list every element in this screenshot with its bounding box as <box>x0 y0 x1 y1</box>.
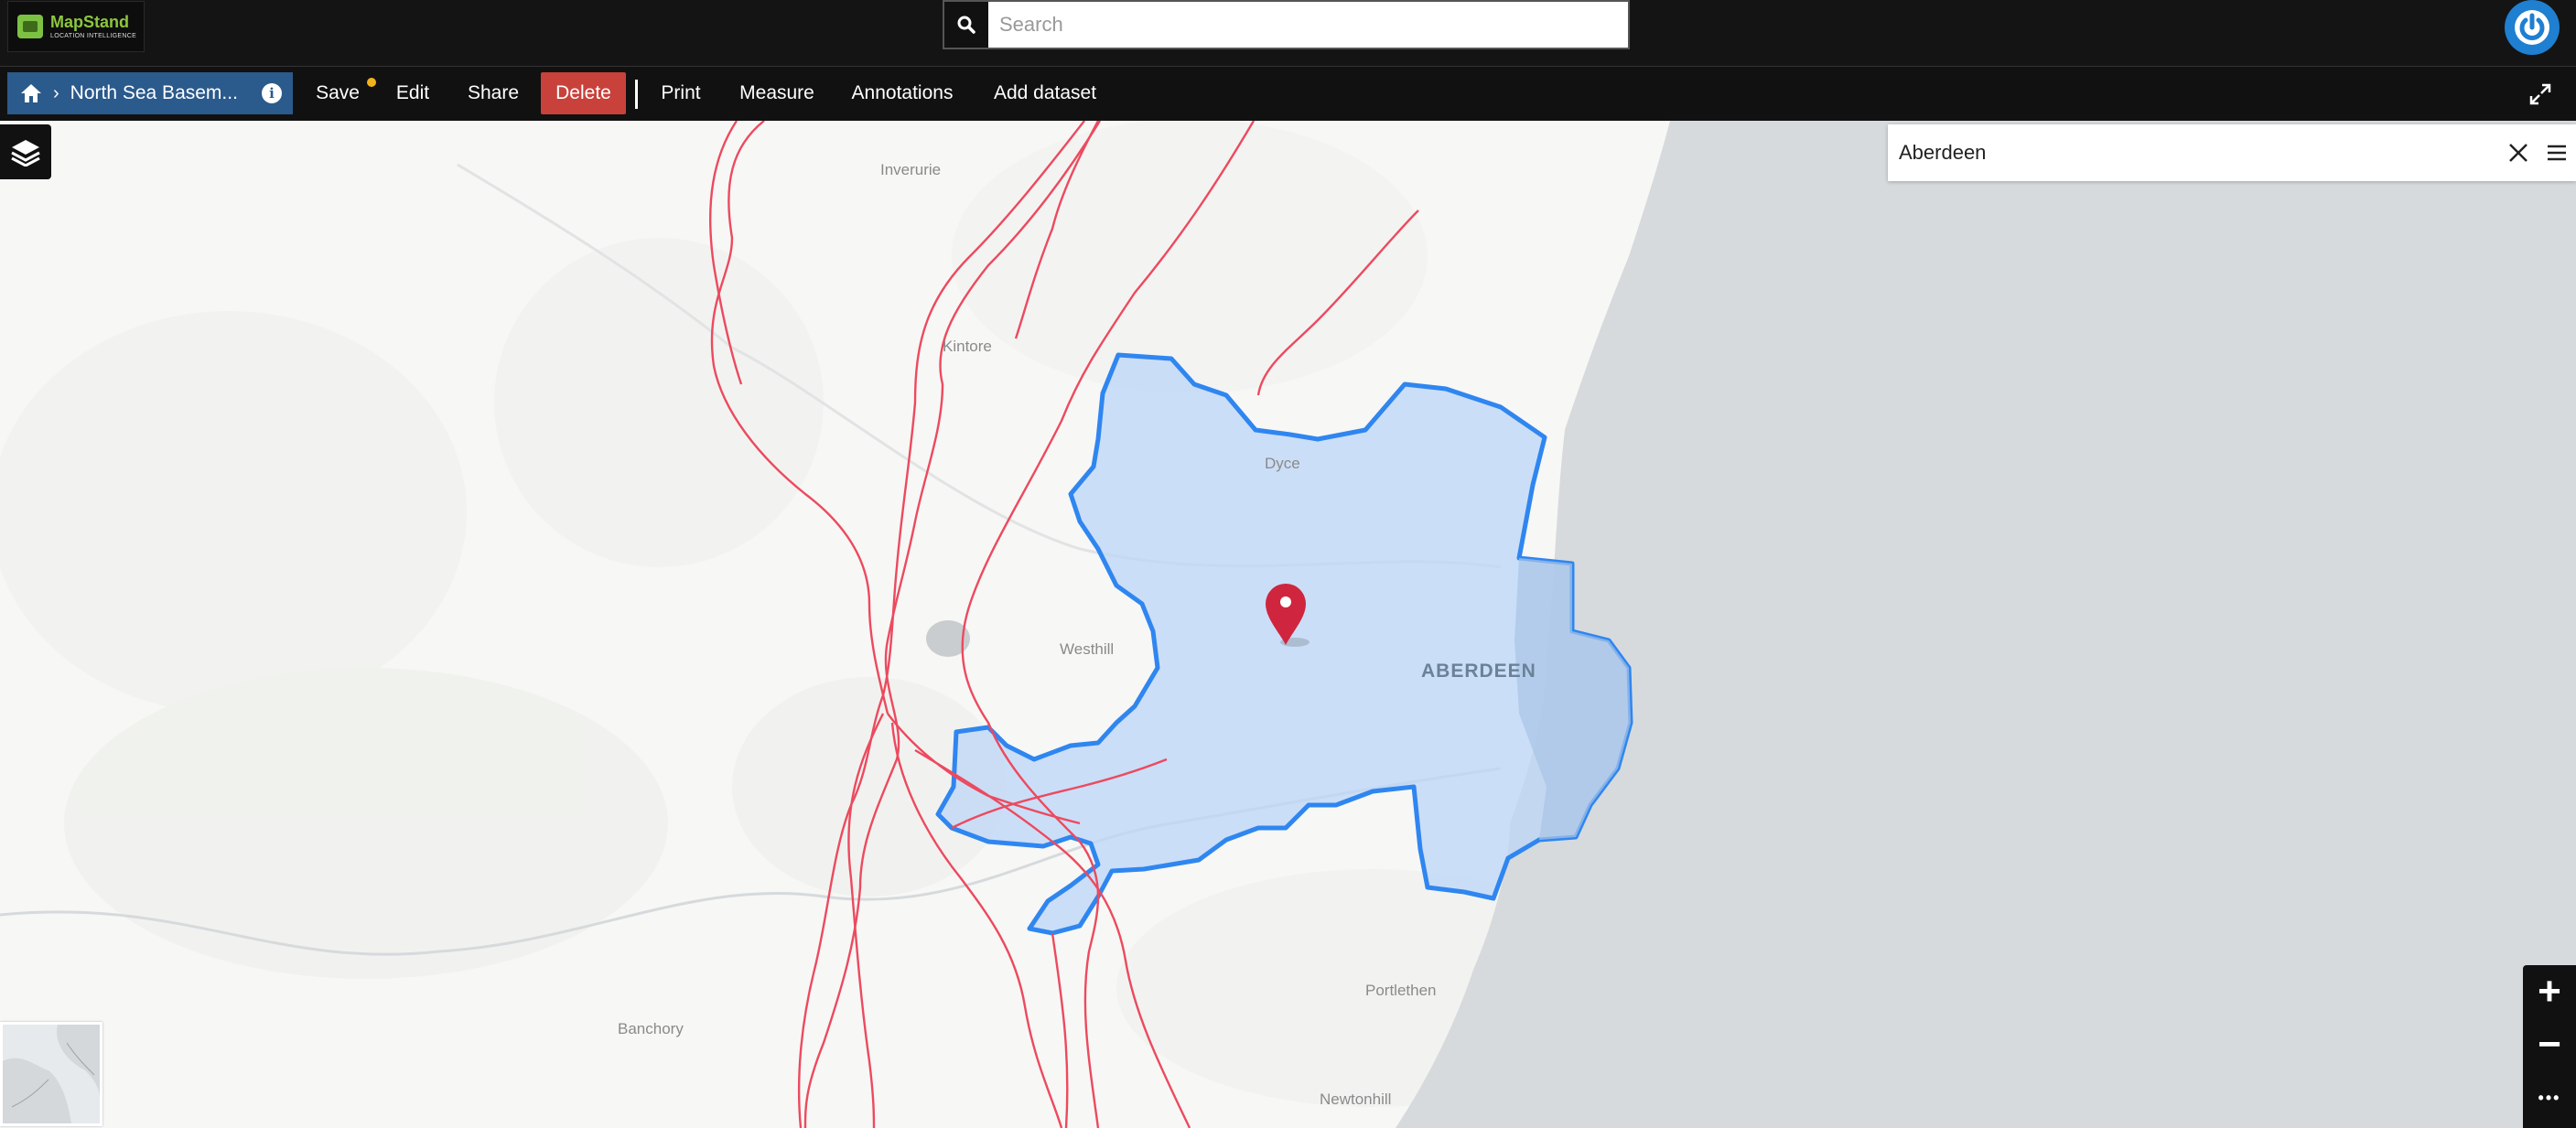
place-label-newtonhill: Newtonhill <box>1320 1090 1392 1108</box>
place-label-aberdeen: ABERDEEN <box>1421 661 1536 682</box>
toolbar-divider <box>635 80 638 109</box>
place-label-westhill: Westhill <box>1060 640 1115 658</box>
mapstand-logo[interactable]: MapStand LOCATION INTELLIGENCE <box>7 1 145 52</box>
more-icon: ••• <box>2538 1089 2561 1107</box>
map-toolbar: › North Sea Basem... i Save Edit Share D… <box>0 66 2576 121</box>
delete-label: Delete <box>555 82 611 103</box>
fullscreen-expand-icon[interactable] <box>2527 81 2553 107</box>
map-location-search <box>1888 124 2576 181</box>
minimap-graphic <box>3 1025 100 1123</box>
print-label: Print <box>661 82 701 103</box>
annotations-label: Annotations <box>851 82 954 103</box>
unsaved-indicator <box>367 78 376 87</box>
info-icon[interactable]: i <box>262 83 282 103</box>
edit-button[interactable]: Edit <box>384 72 441 114</box>
logo-icon <box>17 15 43 38</box>
chevron-right-icon: › <box>53 82 59 103</box>
share-label: Share <box>467 82 520 103</box>
place-label-portlethen: Portlethen <box>1365 982 1437 999</box>
place-label-inverurie: Inverurie <box>880 161 942 178</box>
overview-minimap[interactable] <box>0 1022 102 1126</box>
place-label-banchory: Banchory <box>618 1020 684 1037</box>
search-button[interactable] <box>944 2 988 48</box>
power-icon <box>2515 10 2549 45</box>
plus-icon: + <box>2538 969 2561 1014</box>
save-label: Save <box>316 82 360 103</box>
add-dataset-label: Add dataset <box>993 82 1097 103</box>
delete-button[interactable]: Delete <box>541 72 626 114</box>
save-button[interactable]: Save <box>306 72 376 114</box>
map-canvas[interactable]: Inverurie Kintore Dyce Westhill ABERDEEN… <box>0 121 2576 1128</box>
search-input[interactable] <box>988 4 1628 46</box>
close-icon <box>2509 144 2527 162</box>
map-layer <box>0 121 2576 1128</box>
location-search-input[interactable] <box>1888 140 2499 166</box>
breadcrumb-map-title[interactable]: North Sea Basem... <box>70 82 262 104</box>
breadcrumb: › North Sea Basem... i <box>7 72 293 114</box>
measure-label: Measure <box>739 82 814 103</box>
brand-name: MapStand <box>50 13 130 31</box>
measure-button[interactable]: Measure <box>732 72 822 114</box>
clear-search-button[interactable] <box>2499 134 2538 172</box>
layers-button[interactable] <box>0 124 51 179</box>
edit-label: Edit <box>395 82 430 103</box>
home-icon[interactable] <box>20 83 42 103</box>
global-search <box>943 0 1630 49</box>
user-power-button[interactable] <box>2505 0 2560 55</box>
zoom-in-button[interactable]: + <box>2523 965 2576 1018</box>
brand-tagline: LOCATION INTELLIGENCE <box>50 33 137 39</box>
share-button[interactable]: Share <box>458 72 529 114</box>
place-label-dyce: Dyce <box>1265 455 1300 472</box>
zoom-out-button[interactable]: − <box>2523 1018 2576 1071</box>
place-label-kintore: Kintore <box>943 338 992 355</box>
search-icon <box>957 16 975 34</box>
more-tools-button[interactable]: ••• <box>2523 1071 2576 1124</box>
top-bar: MapStand LOCATION INTELLIGENCE <box>0 0 2576 66</box>
annotations-button[interactable]: Annotations <box>842 72 963 114</box>
minus-icon: − <box>2538 1022 2561 1067</box>
add-dataset-button[interactable]: Add dataset <box>986 72 1104 114</box>
zoom-controls: + − ••• <box>2523 965 2576 1128</box>
search-results-menu-button[interactable] <box>2538 134 2576 172</box>
print-button[interactable]: Print <box>650 72 712 114</box>
hamburger-icon <box>2548 145 2566 161</box>
layers-icon <box>11 140 40 167</box>
